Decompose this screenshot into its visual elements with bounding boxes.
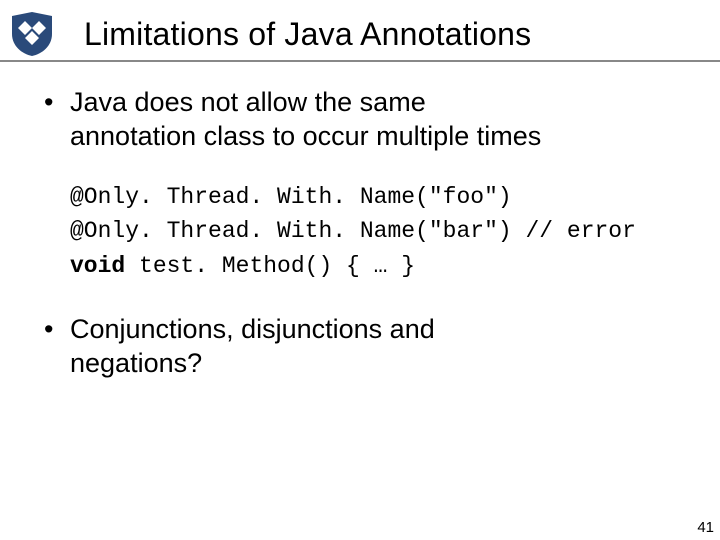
bullet-list-2: Conjunctions, disjunctions and negations… — [40, 313, 680, 381]
slide-header: Limitations of Java Annotations — [0, 0, 720, 62]
code-line-2: @Only. Thread. With. Name("bar") // erro… — [70, 214, 680, 249]
bullet-text: annotation class to occur multiple times — [70, 121, 541, 151]
bullet-item-1: Java does not allow the same annotation … — [44, 86, 680, 154]
slide-content: Java does not allow the same annotation … — [0, 62, 720, 381]
bullet-text: Conjunctions, disjunctions and — [70, 314, 435, 344]
page-number: 41 — [697, 519, 714, 536]
bullet-item-2: Conjunctions, disjunctions and negations… — [44, 313, 680, 381]
code-line-3: void test. Method() { … } — [70, 249, 680, 284]
code-line-1: @Only. Thread. With. Name("foo") — [70, 180, 680, 215]
bullet-list: Java does not allow the same annotation … — [40, 86, 680, 154]
shield-logo-icon — [8, 10, 56, 58]
bullet-text: Java does not allow the same — [70, 87, 426, 117]
bullet-text: negations? — [70, 348, 202, 378]
slide-title: Limitations of Java Annotations — [84, 16, 531, 53]
code-block: @Only. Thread. With. Name("foo") @Only. … — [70, 180, 680, 284]
